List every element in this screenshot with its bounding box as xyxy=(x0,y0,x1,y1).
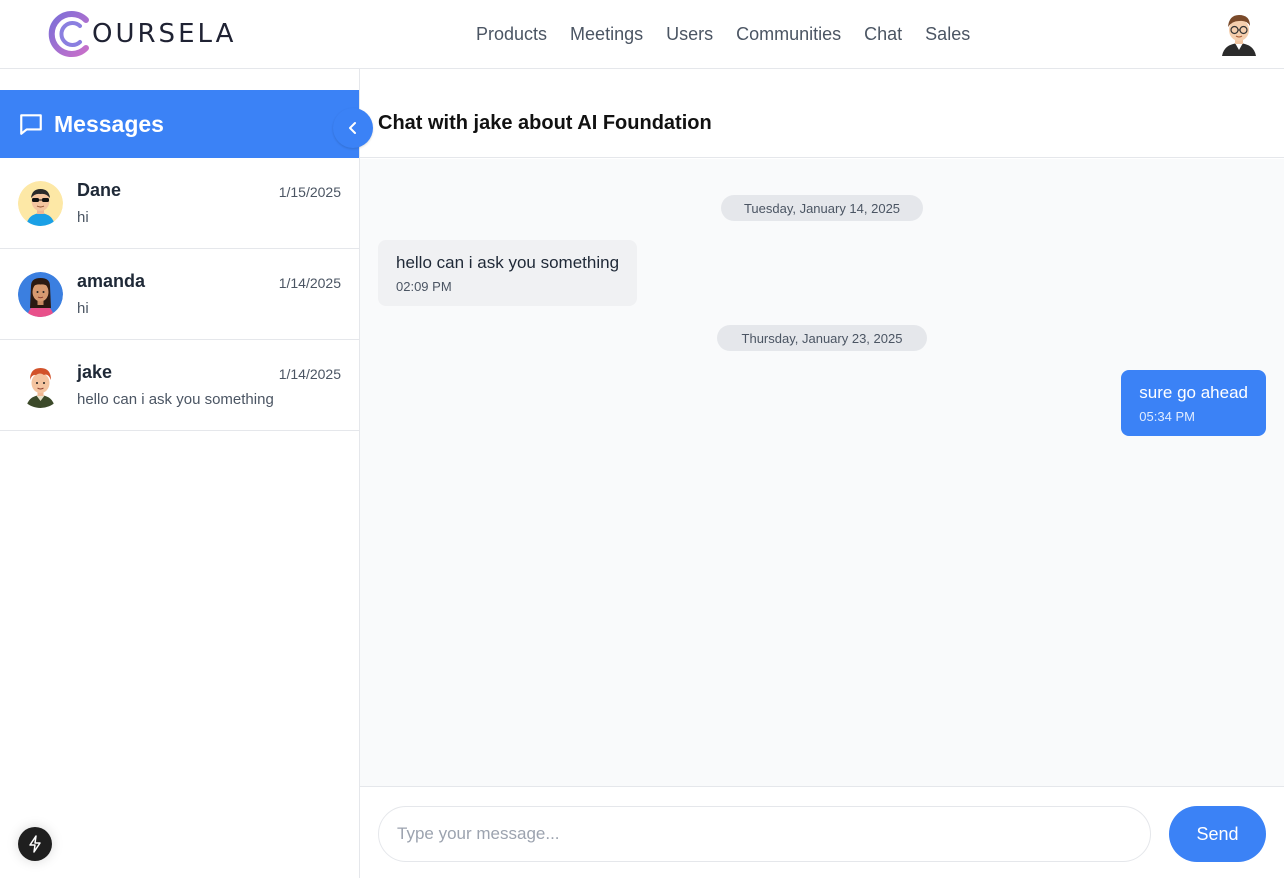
conversation-preview: hello can i ask you something xyxy=(77,391,274,408)
message-text: hello can i ask you something xyxy=(396,253,620,272)
message-bubble-incoming: hello can i ask you something 02:09 PM xyxy=(378,240,638,306)
chevron-left-icon xyxy=(349,122,356,134)
message-time: 05:34 PM xyxy=(1139,409,1195,424)
nav-chat[interactable]: Chat xyxy=(864,22,902,46)
date-separator: Tuesday, January 14, 2025 xyxy=(721,195,923,221)
send-button[interactable]: Send xyxy=(1169,806,1266,862)
logo-text: OURSELA xyxy=(92,19,237,49)
message-composer: Send xyxy=(360,786,1284,878)
nav-users[interactable]: Users xyxy=(666,22,713,46)
nav-sales[interactable]: Sales xyxy=(925,22,970,46)
chat-header: Chat with jake about AI Foundation xyxy=(360,90,1284,158)
avatar xyxy=(18,363,63,408)
conversation-preview: hi xyxy=(77,300,89,317)
avatar xyxy=(18,181,63,226)
conversation-preview: hi xyxy=(77,209,89,226)
sidebar-header: Messages xyxy=(0,90,359,158)
message-time: 02:09 PM xyxy=(396,279,452,294)
nav-products[interactable]: Products xyxy=(476,22,547,46)
nav-communities[interactable]: Communities xyxy=(736,22,841,46)
message-thread: Tuesday, January 14, 2025 hello can i as… xyxy=(360,159,1284,786)
conversation-item-amanda[interactable]: amanda 1/14/2025 hi xyxy=(0,249,359,340)
main-nav: Products Meetings Users Communities Chat… xyxy=(476,22,970,46)
top-navbar: OURSELA Products Meetings Users Communit… xyxy=(0,0,1284,69)
conversation-date: 1/15/2025 xyxy=(278,184,341,200)
conversation-item-jake[interactable]: jake 1/14/2025 hello can i ask you somet… xyxy=(0,340,359,431)
conversation-date: 1/14/2025 xyxy=(278,275,341,291)
chat-title: Chat with jake about AI Foundation xyxy=(378,112,712,134)
message-input[interactable] xyxy=(378,806,1151,862)
message-bubble-outgoing: sure go ahead 05:34 PM xyxy=(1121,370,1266,436)
bolt-button[interactable] xyxy=(18,827,52,861)
date-separator: Thursday, January 23, 2025 xyxy=(717,325,927,351)
conversation-list: Dane 1/15/2025 hi amanda 1/14/2025 hi ja… xyxy=(0,158,359,431)
conversation-name: Dane xyxy=(77,180,122,200)
sidebar-title: Messages xyxy=(54,110,164,137)
conversation-name: jake xyxy=(77,362,113,382)
message-text: sure go ahead xyxy=(1139,383,1248,402)
conversation-name: amanda xyxy=(77,271,146,291)
message-square-icon xyxy=(20,114,42,135)
lightning-icon xyxy=(29,835,41,853)
user-avatar[interactable] xyxy=(1220,12,1258,56)
collapse-sidebar-button[interactable] xyxy=(333,108,373,148)
messages-sidebar: Messages Dane 1/15/2025 hi amanda 1/14/2… xyxy=(0,69,360,878)
conversation-item-dane[interactable]: Dane 1/15/2025 hi xyxy=(0,158,359,249)
logo-c-icon xyxy=(48,11,89,57)
avatar xyxy=(18,272,63,317)
coursela-logo[interactable]: OURSELA xyxy=(46,10,236,58)
conversation-date: 1/14/2025 xyxy=(278,366,341,382)
nav-meetings[interactable]: Meetings xyxy=(570,22,643,46)
